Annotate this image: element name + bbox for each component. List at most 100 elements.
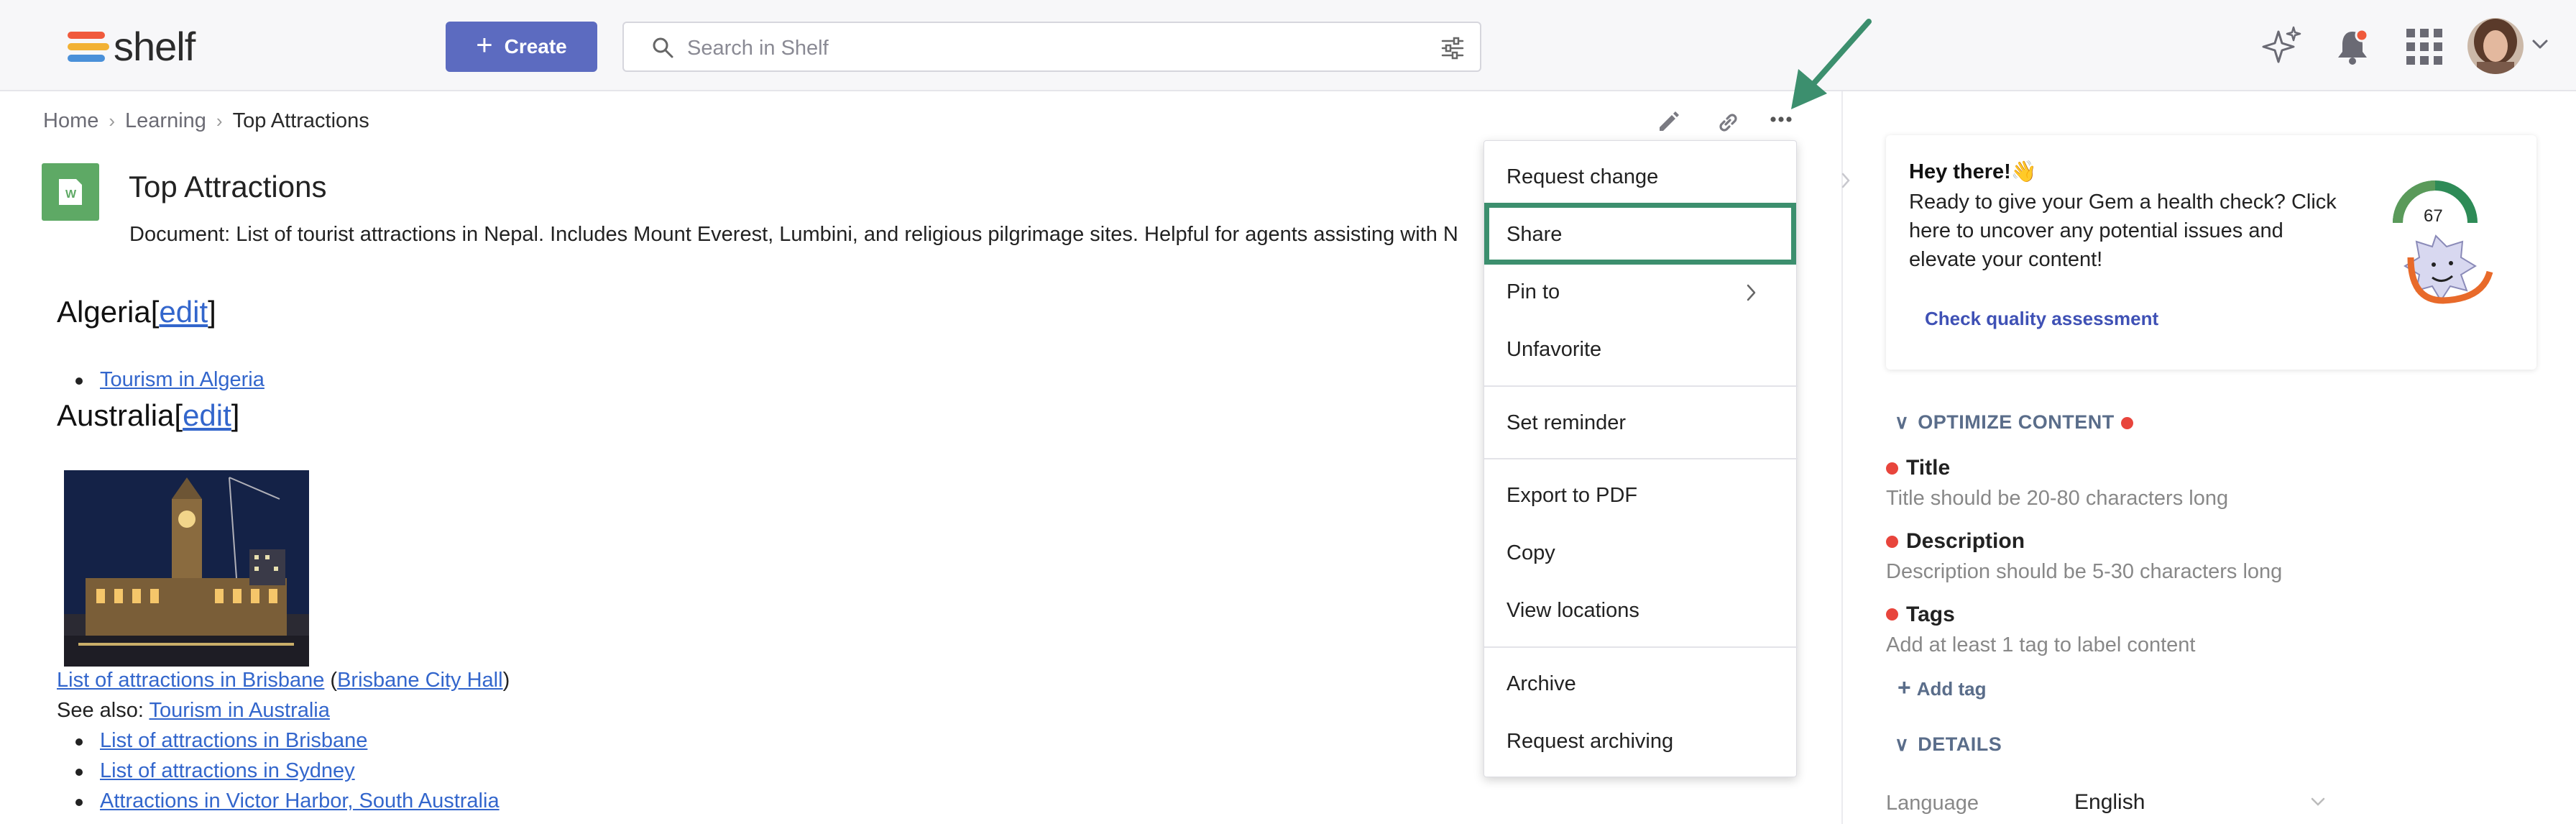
top-header: shelf + Create Search in Shelf: [0, 0, 2576, 91]
see-also: See also: Tourism in Australia: [57, 699, 330, 723]
menu-item-view-locations[interactable]: View locations: [1484, 582, 1798, 639]
menu-item-label: Export to PDF: [1506, 484, 1638, 507]
edit-bracket-open: [: [174, 398, 183, 432]
chevron-right-icon: ›: [109, 110, 116, 132]
optimize-title-desc: Title should be 20-80 characters long: [1886, 487, 2229, 510]
caption-close: ): [502, 669, 510, 692]
create-button[interactable]: + Create: [446, 22, 597, 72]
gem-health-mascot-icon: 67: [2393, 180, 2493, 304]
avatar[interactable]: [2467, 17, 2524, 75]
menu-item-label: Pin to: [1506, 280, 1560, 303]
collapse-panel-chevron-icon[interactable]: [1840, 171, 1852, 190]
chevron-down-icon[interactable]: [2531, 39, 2549, 50]
link-victor-harbor[interactable]: Attractions in Victor Harbor, South Aust…: [100, 789, 500, 812]
search-input[interactable]: Search in Shelf: [622, 22, 1481, 72]
more-icon[interactable]: [1770, 115, 1793, 124]
language-select[interactable]: English: [2074, 790, 2145, 815]
status-dot: [1886, 462, 1898, 475]
optimize-tags-label: Tags: [1906, 603, 1955, 626]
document-title: Top Attractions: [129, 170, 327, 203]
details-header[interactable]: ∨ DETAILS: [1895, 733, 2002, 756]
edit-link-australia[interactable]: edit: [183, 398, 231, 432]
search-placeholder: Search in Shelf: [687, 37, 829, 60]
menu-item-archive[interactable]: Archive: [1484, 655, 1798, 713]
health-score: 67: [2424, 206, 2443, 226]
bell-icon[interactable]: [2334, 27, 2370, 66]
link-brisbane-city-hall[interactable]: Brisbane City Hall: [337, 669, 502, 692]
menu-item-request-change[interactable]: Request change: [1484, 148, 1798, 206]
link-sydney-attractions[interactable]: List of attractions in Sydney: [100, 759, 355, 782]
heading-algeria-text: Algeria: [57, 295, 151, 329]
optimize-description-label: Description: [1906, 529, 2025, 553]
menu-item-set-reminder[interactable]: Set reminder: [1484, 394, 1798, 452]
chevron-down-icon[interactable]: [2310, 797, 2326, 807]
shelf-logo-icon: [68, 26, 111, 66]
link-tourism-algeria[interactable]: Tourism in Algeria: [100, 368, 264, 391]
link-icon[interactable]: [1715, 109, 1741, 135]
add-tag-button[interactable]: + Add tag: [1898, 674, 1986, 701]
sparkle-icon[interactable]: [2260, 24, 2303, 68]
link-brisbane-attractions[interactable]: List of attractions in Brisbane: [100, 729, 367, 752]
menu-item-label: Request archiving: [1506, 730, 1674, 753]
plus-icon: +: [1898, 674, 1911, 700]
breadcrumb-current: Top Attractions: [232, 109, 369, 132]
breadcrumb-learning[interactable]: Learning: [125, 109, 206, 133]
check-quality-link[interactable]: Check quality assessment: [1925, 308, 2158, 330]
status-dot: [1886, 608, 1898, 621]
see-also-label: See also:: [57, 699, 150, 722]
optimize-title-label: Title: [1906, 456, 1951, 480]
optimize-heading: OPTIMIZE CONTENT: [1918, 411, 2115, 433]
status-dot: [2121, 417, 2133, 429]
card-title: Hey there!👋: [1909, 160, 2037, 183]
status-dot: [1886, 536, 1898, 548]
menu-item-label: View locations: [1506, 599, 1639, 622]
menu-item-label: Archive: [1506, 672, 1576, 695]
search-icon: [653, 37, 673, 58]
caption-open: (: [324, 669, 338, 692]
heading-algeria: Algeria[edit]: [57, 295, 216, 329]
chevron-right-icon: ›: [216, 110, 223, 132]
menu-item-copy[interactable]: Copy: [1484, 524, 1798, 582]
breadcrumb-home[interactable]: Home: [43, 109, 98, 133]
heading-australia-text: Australia: [57, 398, 175, 432]
logo-text: shelf: [114, 23, 196, 69]
chevron-down-icon: ∨: [1895, 411, 1910, 433]
edit-link-algeria[interactable]: edit: [159, 295, 208, 329]
annotation-arrow-icon: [1791, 19, 1872, 109]
chevron-right-icon: [1747, 284, 1756, 301]
link-tourism-australia[interactable]: Tourism in Australia: [149, 699, 329, 722]
link-brisbane-attractions-caption[interactable]: List of attractions in Brisbane: [57, 669, 324, 692]
menu-item-unfavorite[interactable]: Unfavorite: [1484, 321, 1798, 378]
optimize-content-header[interactable]: ∨ OPTIMIZE CONTENT: [1895, 411, 2115, 434]
menu-item-label: Copy: [1506, 541, 1555, 564]
details-heading: DETAILS: [1918, 733, 2002, 755]
filter-sliders-icon[interactable]: [1440, 36, 1465, 60]
image-caption: List of attractions in Brisbane (Brisban…: [57, 669, 510, 692]
list-item: Attractions in Victor Harbor, South Aust…: [75, 789, 500, 813]
menu-item-label: Request change: [1506, 165, 1659, 188]
brisbane-city-hall-image[interactable]: [64, 470, 309, 667]
create-label: Create: [504, 35, 567, 58]
menu-divider: [1484, 646, 1798, 648]
menu-item-label: Set reminder: [1506, 411, 1627, 434]
menu-item-label: Unfavorite: [1506, 338, 1602, 361]
list-item: Tourism in Algeria: [75, 368, 264, 392]
edit-bracket-close: ]: [231, 398, 240, 432]
shelf-logo[interactable]: shelf: [68, 24, 196, 69]
apps-grid-icon[interactable]: [2406, 29, 2442, 65]
list-item: List of attractions in Sydney: [75, 759, 355, 783]
document-description: Document: List of tourist attractions in…: [129, 223, 1458, 246]
optimize-description-desc: Description should be 5-30 characters lo…: [1886, 560, 2283, 583]
menu-item-export-pdf[interactable]: Export to PDF: [1484, 467, 1798, 524]
health-check-card[interactable]: Hey there!👋 Ready to give your Gem a hea…: [1886, 135, 2536, 370]
menu-divider: [1484, 458, 1798, 459]
panel-divider: [1841, 91, 1843, 824]
edit-bracket-open: [: [150, 295, 160, 329]
plus-icon: +: [476, 29, 493, 61]
menu-item-pin-to[interactable]: Pin to: [1484, 263, 1798, 321]
optimize-tags-desc: Add at least 1 tag to label content: [1886, 633, 2196, 656]
menu-item-request-archiving[interactable]: Request archiving: [1484, 713, 1798, 770]
card-body: Ready to give your Gem a health check? C…: [1909, 191, 2337, 271]
breadcrumb: Home › Learning › Top Attractions: [43, 109, 369, 133]
edit-icon[interactable]: [1656, 109, 1680, 134]
